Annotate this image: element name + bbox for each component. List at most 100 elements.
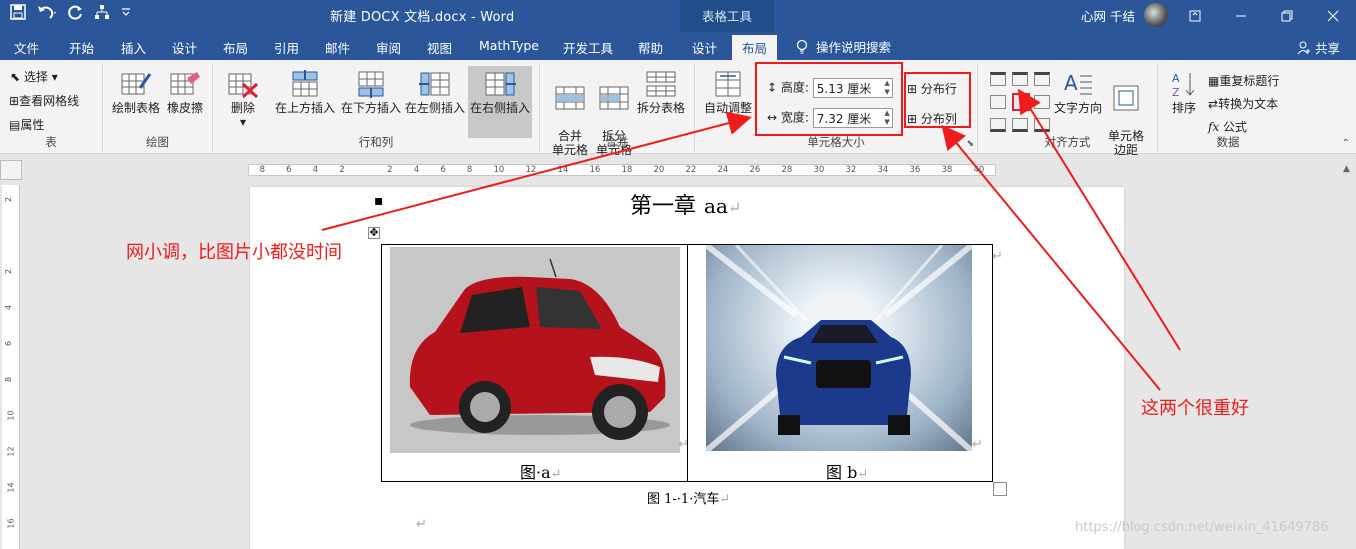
redo-icon[interactable] (68, 4, 84, 20)
tab-design[interactable]: 设计 (172, 38, 197, 57)
tab-review[interactable]: 审阅 (376, 38, 401, 57)
insert-below-button[interactable]: 在下方插入 (339, 70, 403, 115)
svg-text:Z: Z (1172, 86, 1180, 98)
restore-icon[interactable] (1264, 0, 1310, 32)
split-table-icon (646, 71, 676, 97)
text-direction-icon: A (1064, 71, 1092, 95)
table-tools-context: 表格工具 (680, 0, 774, 32)
ruler-tick-label: 12 (525, 165, 537, 175)
ruler-tick-label: 28 (781, 165, 793, 175)
tab-help[interactable]: 帮助 (638, 38, 663, 57)
ruler-tick-label: 6 (4, 340, 14, 347)
table-resize-handle[interactable] (993, 482, 1007, 496)
minimize-icon[interactable] (1218, 0, 1264, 32)
tab-developer[interactable]: 开发工具 (563, 38, 613, 57)
close-icon[interactable] (1310, 0, 1356, 32)
caption-b[interactable]: 图 b↵ (826, 459, 868, 483)
delete-table-icon (228, 73, 259, 98)
ribbon-display-options-icon[interactable] (1172, 0, 1218, 32)
delete-button[interactable]: 删除 ▾ (223, 70, 263, 129)
properties-button[interactable]: ▤属性 (9, 116, 44, 133)
insert-left-button[interactable]: 在左侧插入 (403, 70, 467, 115)
autofit-button[interactable]: 自动调整 (702, 70, 754, 115)
quick-access-toolbar (10, 4, 132, 20)
align-middle-left-icon[interactable] (990, 95, 1006, 109)
alignment-grid (988, 70, 1050, 134)
view-gridlines-button[interactable]: ⊞查看网格线 (9, 92, 79, 109)
chapter-heading[interactable]: 第一章 aa↵ (630, 188, 741, 220)
insert-right-icon (485, 72, 516, 96)
select-button[interactable]: ⬉ 选择 ▾ (10, 68, 58, 85)
align-bottom-center-icon[interactable] (1012, 118, 1028, 132)
eraser-button[interactable]: 橡皮擦 (165, 70, 205, 115)
align-middle-right-icon[interactable] (1034, 95, 1050, 109)
draw-table-button[interactable]: 绘制表格 (111, 70, 161, 115)
group-label-rows-columns: 行和列 (358, 135, 394, 149)
tab-mailings[interactable]: 邮件 (325, 38, 350, 57)
ruler-tick-label: 10 (6, 410, 16, 421)
cell-margins-icon (1113, 85, 1139, 111)
table-cell-b[interactable]: ↵ ↵ 图 b↵ (688, 245, 1003, 483)
align-top-center-icon[interactable] (1012, 72, 1028, 86)
ruler-tick-label: 6 (440, 165, 446, 175)
insert-above-button[interactable]: 在上方插入 (273, 70, 337, 115)
org-chart-icon[interactable] (94, 4, 110, 20)
align-top-left-icon[interactable] (990, 72, 1006, 86)
lightbulb-icon (796, 39, 808, 53)
tab-home[interactable]: 开始 (69, 38, 94, 57)
scroll-up-icon[interactable]: ▲ (1343, 164, 1350, 174)
tab-table-layout[interactable]: 布局 (732, 35, 778, 60)
table-cell-a[interactable]: ↵ 图·a↵ (382, 245, 689, 483)
align-top-right-icon[interactable] (1034, 72, 1050, 86)
tab-table-design[interactable]: 设计 (692, 38, 717, 57)
insert-above-icon (292, 70, 318, 97)
align-bottom-left-icon[interactable] (990, 118, 1006, 132)
word-window: 新建 DOCX 文档.docx - Word 表格工具 心网 千结 文件 开始 … (0, 0, 1356, 549)
annotation-left: 网小调，比图片小都没时间 (126, 242, 342, 263)
dialog-launcher-icon[interactable]: ⬊ (966, 139, 974, 149)
collapse-ribbon-icon[interactable]: ⌃ (1342, 138, 1350, 149)
tab-references[interactable]: 引用 (274, 38, 299, 57)
text-direction-button[interactable]: A 文字方向 (1052, 70, 1104, 115)
ribbon: ⬉ 选择 ▾ ⊞查看网格线 ▤属性 表 绘制表格 橡皮擦 绘图 删除 ▾ 在上方… (0, 60, 1356, 157)
red-car-image[interactable] (390, 247, 680, 453)
group-label-alignment: 对齐方式 (1044, 135, 1091, 149)
vertical-ruler[interactable]: 224681012141618 (2, 185, 20, 549)
bullet-mark: ▪ (374, 193, 384, 209)
figure-caption[interactable]: 图 1-·1·汽车↵ (647, 488, 730, 507)
split-table-button[interactable]: 拆分表格 (634, 70, 688, 115)
customize-qat-icon[interactable] (120, 6, 132, 18)
align-middle-center-icon[interactable] (1012, 93, 1030, 111)
horizontal-ruler[interactable]: 8 6 4 2 2 4 6 8 10 12 14 16 18 20 22 24 26 28 30 32 34 36 38 40 (248, 164, 996, 176)
ruler-tick-label: 40 (973, 165, 985, 175)
image-table[interactable]: ↵ 图·a↵ ↵ ↵ 图 b↵ (381, 244, 1003, 483)
tab-layout[interactable]: 布局 (223, 38, 248, 57)
paragraph-mark: ↵ (727, 198, 742, 217)
repeat-header-rows-button[interactable]: ▦重复标题行 (1208, 72, 1279, 89)
group-alignment: A 文字方向 单元格 边距 对齐方式 (978, 64, 1158, 157)
formula-button[interactable]: fx 公式 (1208, 118, 1247, 135)
convert-to-text-button[interactable]: ⇄转换为文本 (1208, 95, 1278, 112)
group-data: AZ 排序 ▦重复标题行 ⇄转换为文本 fx 公式 数据 (1158, 64, 1298, 152)
tab-insert[interactable]: 插入 (121, 38, 146, 57)
user-name[interactable]: 心网 千结 (1081, 6, 1135, 25)
tell-me-search[interactable]: 操作说明搜索 (796, 37, 891, 56)
tab-selector[interactable] (0, 160, 22, 180)
ruler-tick-label: 38 (941, 165, 953, 175)
insert-right-button[interactable]: 在右侧插入 (468, 66, 532, 138)
vertical-scrollbar[interactable]: ▲ (1340, 156, 1356, 549)
avatar[interactable] (1144, 3, 1168, 27)
share-button[interactable]: 共享 (1297, 38, 1340, 57)
window-controls (1172, 0, 1356, 32)
caption-a[interactable]: 图·a↵ (520, 459, 562, 483)
align-bottom-right-icon[interactable] (1034, 118, 1050, 132)
save-icon[interactable] (10, 4, 26, 20)
sort-button[interactable]: AZ 排序 (1166, 70, 1202, 115)
table-move-handle-icon[interactable]: ✥ (368, 227, 380, 239)
tab-view[interactable]: 视图 (427, 38, 452, 57)
blue-suv-image[interactable] (706, 245, 972, 451)
tab-file[interactable]: 文件 (14, 38, 39, 57)
undo-icon[interactable] (36, 4, 58, 20)
document-page[interactable]: ▪ 第一章 aa↵ ✥ ↵ 图·a↵ ↵ ↵ 图 b↵ 图 1-·1·汽车↵ ↵ (250, 187, 1124, 549)
tab-mathtype[interactable]: MathType (479, 38, 539, 53)
